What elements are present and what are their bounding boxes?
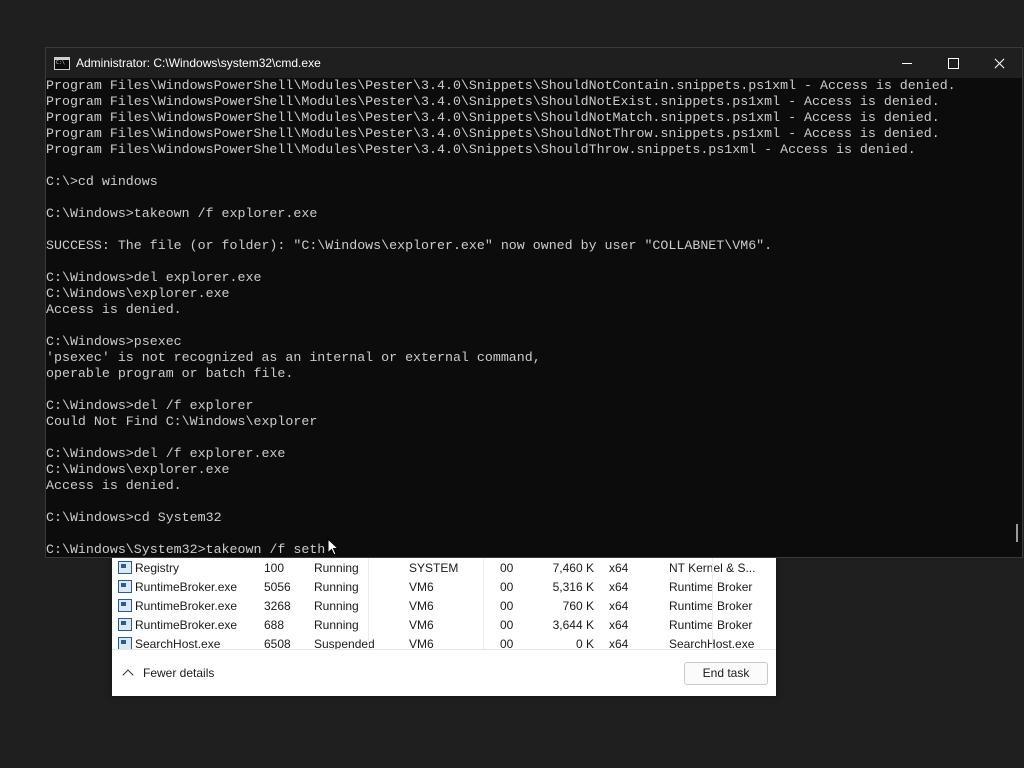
window-title: Administrator: C:\Windows\system32\cmd.e… bbox=[76, 56, 321, 70]
process-mem: 5,316 K bbox=[552, 580, 594, 594]
console-line: Access is denied. bbox=[46, 478, 182, 493]
console-line: Program Files\WindowsPowerShell\Modules\… bbox=[46, 110, 940, 125]
process-cpu: 00 bbox=[500, 637, 514, 649]
process-user: VM6 bbox=[409, 637, 434, 649]
process-name: RuntimeBroker.exe bbox=[135, 599, 238, 613]
console-line: C:\Windows>cd System32 bbox=[46, 510, 222, 525]
process-pid: 3268 bbox=[264, 599, 291, 613]
close-button[interactable] bbox=[976, 48, 1022, 78]
process-user: VM6 bbox=[409, 618, 434, 632]
process-arch: x64 bbox=[609, 580, 629, 594]
process-name: SearchHost.exe bbox=[135, 637, 221, 649]
fewer-details-button[interactable]: Fewer details bbox=[122, 666, 215, 681]
mouse-pointer-icon bbox=[327, 538, 339, 556]
console-output[interactable]: Program Files\WindowsPowerShell\Modules\… bbox=[46, 78, 1006, 557]
process-arch: x64 bbox=[609, 599, 629, 613]
process-cpu: 00 bbox=[500, 561, 514, 575]
process-name: Registry bbox=[135, 561, 180, 575]
console-line: C:\Windows>del /f explorer.exe bbox=[46, 446, 286, 461]
console-line: C:\Windows\explorer.exe bbox=[46, 462, 230, 477]
maximize-button[interactable] bbox=[930, 48, 976, 78]
process-icon bbox=[118, 580, 132, 593]
process-user: VM6 bbox=[409, 580, 434, 594]
end-task-button[interactable]: End task bbox=[684, 662, 768, 685]
console-line: Access is denied. bbox=[46, 302, 182, 317]
process-status: Running bbox=[314, 561, 359, 575]
process-status: Running bbox=[314, 599, 359, 613]
process-arch: x64 bbox=[609, 637, 629, 649]
console-line: C:\Windows\explorer.exe bbox=[46, 286, 230, 301]
console-line: Program Files\WindowsPowerShell\Modules\… bbox=[46, 78, 956, 93]
process-cpu: 00 bbox=[500, 580, 514, 594]
process-row[interactable]: Registry 100 Running SYSTEM 00 7,460 K x64 NT K… bbox=[112, 558, 776, 577]
cmd-titlebar[interactable]: Administrator: C:\Windows\system32\cmd.e… bbox=[46, 48, 1022, 78]
cmd-window[interactable]: Administrator: C:\Windows\system32\cmd.e… bbox=[45, 47, 1023, 558]
fewer-details-label: Fewer details bbox=[143, 666, 215, 680]
console-line: 'psexec' is not recognized as an interna… bbox=[46, 350, 541, 365]
task-manager-footer: Fewer details End task bbox=[112, 649, 776, 697]
process-status: Running bbox=[314, 580, 359, 594]
process-row[interactable]: RuntimeBroker.exe 3268 Running VM6 00 760 K x6… bbox=[112, 596, 776, 615]
process-mem: 0 K bbox=[575, 637, 594, 649]
console-line: C:\Windows>del explorer.exe bbox=[46, 270, 262, 285]
process-arch: x64 bbox=[609, 561, 629, 575]
minimize-button[interactable] bbox=[884, 48, 930, 78]
cmd-icon bbox=[54, 57, 70, 70]
process-list: Registry 100 Running SYSTEM 00 7,460 K x64 NT K… bbox=[112, 558, 776, 649]
process-user: SYSTEM bbox=[409, 561, 459, 575]
chevron-up-icon bbox=[122, 669, 134, 681]
process-cpu: 00 bbox=[500, 599, 514, 613]
process-desc: NT Kernel & S... bbox=[669, 561, 756, 575]
console-line: Program Files\WindowsPowerShell\Modules\… bbox=[46, 142, 916, 157]
console-line: Could Not Find C:\Windows\explorer bbox=[46, 414, 318, 429]
process-status: Running bbox=[314, 618, 359, 632]
process-icon bbox=[118, 561, 132, 574]
process-mem: 7,460 K bbox=[552, 561, 594, 575]
console-line: C:\Windows>psexec bbox=[46, 334, 182, 349]
process-desc: SearchHost.exe bbox=[669, 637, 759, 649]
console-line: C:\Windows>takeown /f explorer.exe bbox=[46, 206, 318, 221]
process-pid: 688 bbox=[264, 618, 285, 632]
process-arch: x64 bbox=[609, 618, 629, 632]
console-scrollbar-thumb[interactable] bbox=[1016, 524, 1018, 542]
process-name: RuntimeBroker.exe bbox=[135, 618, 238, 632]
process-user: VM6 bbox=[409, 599, 434, 613]
console-line: Program Files\WindowsPowerShell\Modules\… bbox=[46, 126, 940, 141]
console-line: SUCCESS: The file (or folder): "C:\Windo… bbox=[46, 238, 773, 253]
process-icon bbox=[118, 618, 132, 631]
process-icon bbox=[118, 599, 132, 612]
process-mem: 3,644 K bbox=[552, 618, 594, 632]
process-status: Suspended bbox=[314, 637, 375, 649]
process-pid: 5056 bbox=[264, 580, 291, 594]
process-pid: 100 bbox=[264, 561, 285, 575]
process-row[interactable]: RuntimeBroker.exe 5056 Running VM6 00 5,316 K… bbox=[112, 577, 776, 596]
process-mem: 760 K bbox=[562, 599, 594, 613]
console-line: C:\Windows\System32>takeown /f seth bbox=[46, 542, 326, 557]
console-line: Program Files\WindowsPowerShell\Modules\… bbox=[46, 94, 940, 109]
task-manager-window: Registry 100 Running SYSTEM 00 7,460 K x64 NT K… bbox=[112, 558, 776, 696]
process-desc: Runtime Broker bbox=[669, 580, 753, 594]
process-cpu: 00 bbox=[500, 618, 514, 632]
process-pid: 6508 bbox=[264, 637, 291, 649]
console-line: C:\Windows>del /f explorer bbox=[46, 398, 254, 413]
process-row[interactable]: SearchHost.exe 6508 Suspended VM6 00 0 K x64 Se… bbox=[112, 634, 776, 649]
process-icon bbox=[118, 637, 132, 649]
process-row[interactable]: RuntimeBroker.exe 688 Running VM6 00 3,644 K x… bbox=[112, 615, 776, 634]
process-name: RuntimeBroker.exe bbox=[135, 580, 238, 594]
process-desc: Runtime Broker bbox=[669, 599, 753, 613]
console-line: operable program or batch file. bbox=[46, 366, 294, 381]
process-desc: Runtime Broker bbox=[669, 618, 753, 632]
console-line: C:\>cd windows bbox=[46, 174, 158, 189]
